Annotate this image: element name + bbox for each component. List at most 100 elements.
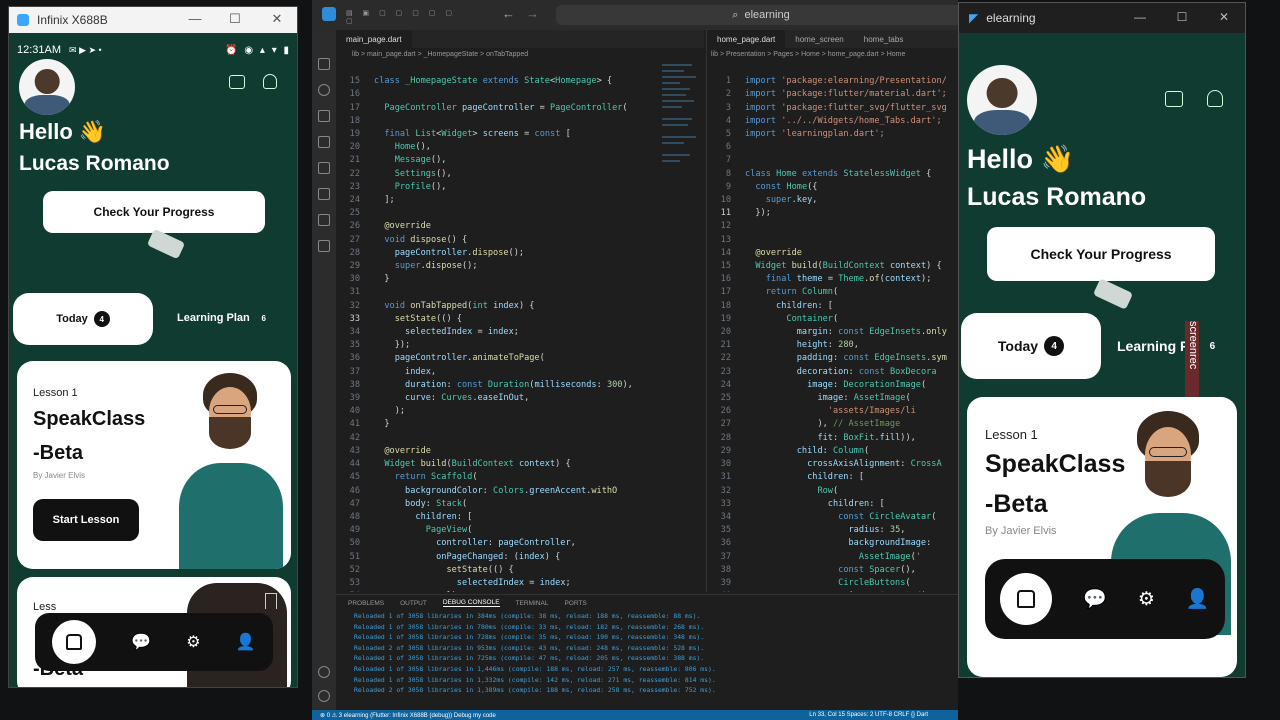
lesson-number: Lesson 1	[33, 387, 78, 399]
avatar-body	[24, 94, 70, 115]
status-bar: ⊗ 0 ⚠ 3 elearning (Flutter: Infinix X688…	[312, 710, 958, 720]
command-center-search[interactable]: ⌕ elearning	[556, 5, 966, 25]
panel-tab-output[interactable]: OUTPUT	[400, 600, 427, 607]
phone-app-icon	[17, 14, 29, 26]
editor-right[interactable]: home_page.dart home_screen home_tabs lib…	[706, 30, 958, 592]
extensions-icon[interactable]	[318, 162, 330, 174]
nav-settings-icon[interactable]: ⚙	[1138, 588, 1155, 611]
bookmark-icon-next[interactable]	[265, 593, 277, 609]
lesson-number-next: Less	[33, 601, 57, 613]
nav-home-button[interactable]	[1000, 573, 1053, 625]
console-line: Reloaded 1 of 3058 libraries in 384ms (c…	[354, 612, 701, 620]
testing-icon[interactable]	[318, 214, 330, 226]
camera-switch-icon[interactable]	[229, 75, 245, 89]
tab-home-tabs[interactable]: home_tabs	[854, 30, 914, 48]
nav-profile-icon[interactable]: 👤	[236, 632, 256, 652]
bookmark-icon[interactable]	[1201, 419, 1215, 437]
phone-window-title: Infinix X688B	[37, 13, 108, 27]
check-progress-label: Check Your Progress	[93, 205, 215, 219]
avatar[interactable]	[19, 59, 75, 115]
flutter-icon[interactable]	[318, 240, 330, 252]
panel-tab-debug-console[interactable]: DEBUG CONSOLE	[442, 599, 500, 607]
notification-icons: ✉ ▶ ➤ •	[69, 44, 102, 55]
home-icon	[66, 634, 83, 650]
user-name: Lucas Romano	[967, 183, 1147, 211]
console-line: Reloaded 1 of 3058 libraries in 725ms (c…	[354, 654, 705, 663]
lesson-title-line2: -Beta	[33, 442, 84, 464]
status-right[interactable]: Ln 33, Col 15 Spaces: 2 UTF-8 CRLF {} Da…	[809, 712, 928, 718]
tab-learning-plan[interactable]: Learning Plan 6	[177, 310, 272, 326]
user-name: Lucas Romano	[19, 152, 170, 175]
phone-status-bar: 12:31AM ✉ ▶ ➤ • ⏰ ◉ ▴ ▾ ▮	[17, 43, 297, 57]
status-time: 12:31AM	[17, 44, 62, 56]
tab-today-count: 4	[1044, 336, 1065, 356]
start-lesson-label: Start Lesson	[52, 514, 120, 526]
account-icon[interactable]	[318, 666, 330, 678]
phone-window-titlebar[interactable]: Infinix X688B — ☐ ✕	[9, 7, 297, 33]
status-left[interactable]: ⊗ 0 ⚠ 3 elearning (Flutter: Infinix X688…	[320, 712, 496, 719]
tab-learning-plan[interactable]: Learning P 6	[1117, 337, 1221, 355]
nav-settings-icon[interactable]: ⚙	[186, 632, 200, 652]
panel-tab-terminal[interactable]: TERMINAL	[516, 600, 549, 607]
avatar[interactable]	[967, 65, 1037, 135]
bottom-nav: 💬 ⚙ 👤	[35, 613, 273, 671]
instructor-photo	[167, 367, 291, 569]
app-window-titlebar[interactable]: ◤ elearning — ☐ ✕	[959, 3, 1245, 33]
menu-bar[interactable]: ▤ ▣ ▢ ▢ ▢ ▢ ▢ ▢	[346, 9, 456, 25]
lesson-author: By Javier Elvis	[33, 471, 86, 480]
console-line: Reloaded 1 of 3058 libraries in 1,332ms …	[354, 675, 716, 684]
console-line: Reloaded 1 of 3058 libraries in 728ms (c…	[354, 633, 705, 642]
start-lesson-button[interactable]: Start Lesson	[33, 499, 139, 541]
debug-console-panel[interactable]: PROBLEMS OUTPUT DEBUG CONSOLE TERMINAL P…	[336, 594, 958, 708]
tab-main-page[interactable]: main_page.dart	[336, 30, 412, 48]
editor-right-tabs: home_page.dart home_screen home_tabs	[707, 30, 958, 48]
minimize-icon[interactable]: —	[187, 11, 203, 26]
manage-gear-icon[interactable]	[318, 690, 330, 702]
maximize-icon[interactable]: ☐	[1173, 10, 1191, 24]
vscode-titlebar: ▤ ▣ ▢ ▢ ▢ ▢ ▢ ▢ ← → ⌕ elearning	[312, 0, 966, 30]
check-progress-button[interactable]: Check Your Progress	[43, 191, 265, 233]
panel-tab-ports[interactable]: PORTS	[564, 600, 586, 607]
run-debug-icon[interactable]	[318, 136, 330, 148]
camera-switch-icon[interactable]	[1165, 91, 1183, 107]
console-line: Reloaded 2 of 3058 libraries in 1,389ms …	[354, 686, 716, 695]
search-icon: ⌕	[732, 8, 739, 21]
search-sidebar-icon[interactable]	[318, 84, 330, 96]
button-shadow-decoration	[146, 228, 186, 260]
panel-tab-problems[interactable]: PROBLEMS	[348, 600, 384, 607]
tab-home-page[interactable]: home_page.dart	[707, 30, 786, 48]
avatar-face	[34, 69, 60, 94]
lesson-author: By Javier Elvis	[985, 525, 1057, 537]
forward-arrow-icon[interactable]: →	[526, 6, 539, 21]
close-icon[interactable]: ✕	[269, 11, 285, 27]
bell-icon[interactable]	[263, 74, 277, 89]
explorer-icon[interactable]	[318, 58, 330, 70]
tab-today[interactable]: Today 4	[13, 293, 153, 345]
bell-icon[interactable]	[1207, 90, 1223, 107]
nav-profile-icon[interactable]: 👤	[1186, 587, 1210, 611]
minimize-icon[interactable]: —	[1131, 10, 1149, 24]
tab-today-label: Today	[56, 313, 88, 325]
back-arrow-icon[interactable]: ←	[502, 6, 515, 21]
bookmark-icon[interactable]	[265, 375, 277, 391]
nav-messages-icon[interactable]: 💬	[1083, 587, 1107, 611]
source-control-icon[interactable]	[318, 110, 330, 122]
maximize-icon[interactable]: ☐	[227, 11, 243, 27]
nav-home-button[interactable]	[52, 620, 97, 664]
panel-tabs: PROBLEMS OUTPUT DEBUG CONSOLE TERMINAL P…	[336, 595, 958, 611]
tab-learning-plan-count: 6	[261, 313, 266, 323]
code-left: 15 class _HomepageState extends State<Hom…	[349, 76, 633, 592]
minimap-left[interactable]	[658, 60, 700, 500]
app-window-title: elearning	[986, 11, 1036, 25]
tab-home-screen[interactable]: home_screen	[785, 30, 853, 48]
editor-left-tabs: main_page.dart	[336, 30, 704, 48]
flutter-logo-icon: ◤	[969, 11, 979, 25]
home-icon	[1017, 590, 1036, 608]
lesson-card[interactable]: Lesson 1 SpeakClass -Beta By Javier Elvi…	[17, 361, 291, 569]
remote-icon[interactable]	[318, 188, 330, 200]
nav-messages-icon[interactable]: 💬	[131, 632, 151, 652]
tab-today[interactable]: Today 4	[961, 313, 1101, 379]
editor-left[interactable]: main_page.dart lib > main_page.dart > _H…	[336, 30, 704, 592]
check-progress-button[interactable]: Check Your Progress	[987, 227, 1215, 281]
close-icon[interactable]: ✕	[1215, 10, 1233, 24]
